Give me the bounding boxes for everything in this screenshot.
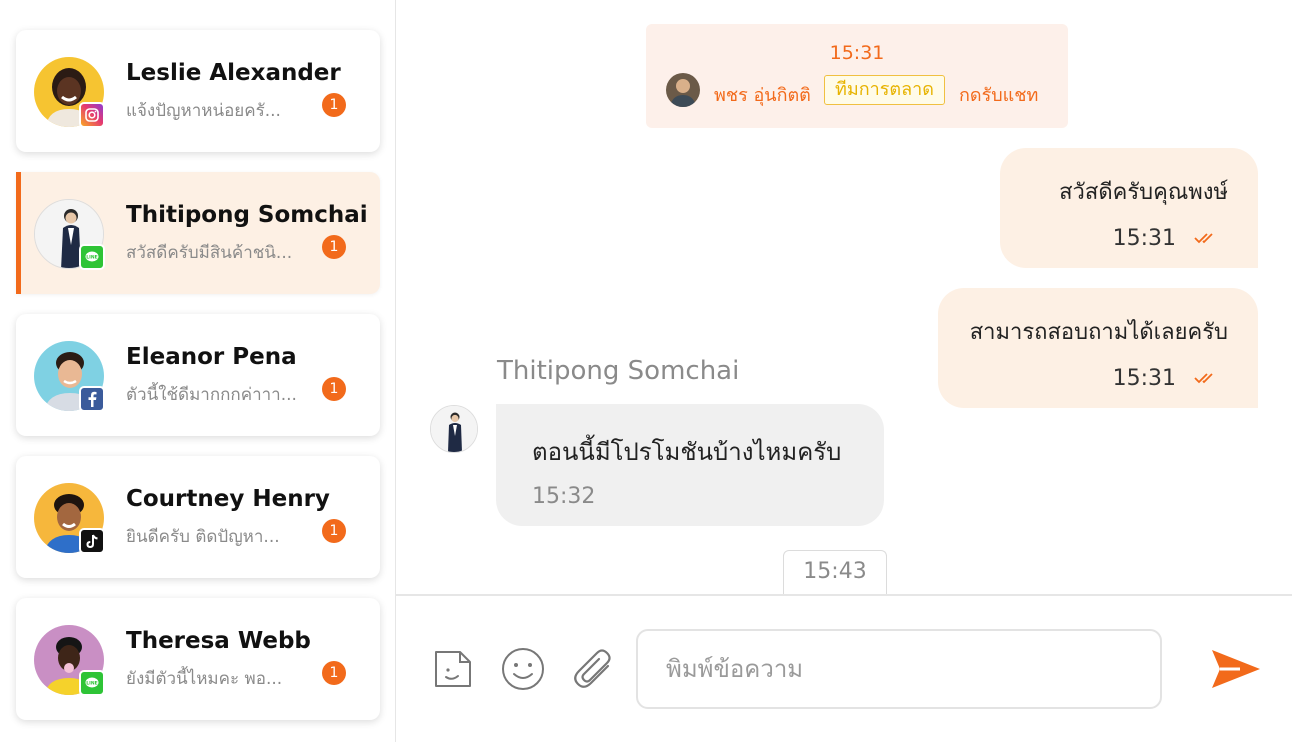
- contact-name: Leslie Alexander: [126, 60, 341, 86]
- message-preview: ตัวนี้ใช้ดีมากกกค่าาา...: [126, 385, 297, 405]
- sender-name: Thitipong Somchai: [497, 356, 740, 386]
- message-text: สามารถสอบถามได้เลยครับ: [969, 320, 1228, 345]
- message-text: สวัสดีครับคุณพงษ์: [1059, 180, 1228, 205]
- message-text: ตอนนี้มีโปรโมชันบ้างไหมครับ: [532, 438, 842, 466]
- avatar: LINE: [34, 199, 105, 270]
- message-time: 15:32: [532, 484, 596, 509]
- message-time: 15:31: [1112, 226, 1176, 251]
- notice-action: กดรับแชท: [959, 85, 1039, 106]
- line-icon: LINE: [79, 244, 105, 270]
- conversation-card-leslie[interactable]: Leslie Alexander แจ้งปัญหาหน่อยครั... 1: [16, 30, 380, 152]
- message-preview: สวัสดีครับมีสินค้าชนิ...: [126, 243, 293, 263]
- conversation-card-theresa[interactable]: LINE Theresa Webb ยังมีตัวนี้ไหมคะ พอ...…: [16, 598, 380, 720]
- tiktok-icon: [79, 528, 105, 554]
- contact-name: Thitipong Somchai: [126, 202, 368, 228]
- avatar: LINE: [34, 625, 105, 696]
- svg-text:LINE: LINE: [86, 681, 97, 687]
- send-icon[interactable]: [1210, 646, 1262, 692]
- conversation-card-eleanor[interactable]: Eleanor Pena ตัวนี้ใช้ดีมากกกค่าาา... 1: [16, 314, 380, 436]
- message-preview: ยังมีตัวนี้ไหมคะ พอ...: [126, 669, 283, 689]
- message-preview: ยินดีครับ ติดปัญหา...: [126, 527, 280, 547]
- line-icon: LINE: [79, 670, 105, 696]
- unread-count-badge: 1: [322, 235, 346, 259]
- conversation-card-thitipong[interactable]: LINE Thitipong Somchai สวัสดีครับมีสินค้…: [16, 172, 380, 294]
- time-divider: 15:43: [783, 550, 887, 594]
- emoji-icon[interactable]: [500, 646, 546, 692]
- facebook-icon: [79, 386, 105, 412]
- message-composer: [396, 594, 1292, 742]
- double-check-icon: [1194, 233, 1213, 244]
- team-tag: ทีมการตลาด: [824, 75, 945, 105]
- chat-thread: 15:31 พชร อุ่นกิตติ ทีมการตลาด กดรับแชท …: [396, 0, 1292, 594]
- message-input[interactable]: [636, 629, 1162, 709]
- incoming-message: ตอนนี้มีโปรโมชันบ้างไหมครับ 15:32: [496, 404, 884, 526]
- message-time: 15:31: [1112, 366, 1176, 391]
- conversation-list: Leslie Alexander แจ้งปัญหาหน่อยครั... 1 …: [0, 0, 396, 742]
- double-check-icon: [1194, 373, 1213, 384]
- chat-accepted-notice: 15:31 พชร อุ่นกิตติ ทีมการตลาด กดรับแชท: [646, 24, 1068, 128]
- attachment-icon[interactable]: [570, 646, 616, 692]
- unread-count-badge: 1: [322, 519, 346, 543]
- avatar: [34, 483, 105, 554]
- contact-name: Theresa Webb: [126, 628, 311, 654]
- outgoing-message: สามารถสอบถามได้เลยครับ 15:31: [938, 288, 1258, 408]
- unread-count-badge: 1: [322, 377, 346, 401]
- conversation-card-courtney[interactable]: Courtney Henry ยินดีครับ ติดปัญหา... 1: [16, 456, 380, 578]
- notice-time: 15:31: [829, 42, 885, 64]
- contact-name: Eleanor Pena: [126, 344, 297, 370]
- sender-avatar: [430, 405, 478, 453]
- instagram-icon: [79, 102, 105, 128]
- agent-avatar: [666, 73, 700, 107]
- avatar: [34, 57, 105, 128]
- unread-count-badge: 1: [322, 661, 346, 685]
- svg-text:LINE: LINE: [86, 255, 97, 261]
- contact-name: Courtney Henry: [126, 486, 330, 512]
- unread-count-badge: 1: [322, 93, 346, 117]
- sticker-icon[interactable]: [430, 646, 476, 692]
- message-preview: แจ้งปัญหาหน่อยครั...: [126, 101, 281, 121]
- outgoing-message: สวัสดีครับคุณพงษ์ 15:31: [1000, 148, 1258, 268]
- avatar: [34, 341, 105, 412]
- agent-name: พชร อุ่นกิตติ: [714, 85, 811, 106]
